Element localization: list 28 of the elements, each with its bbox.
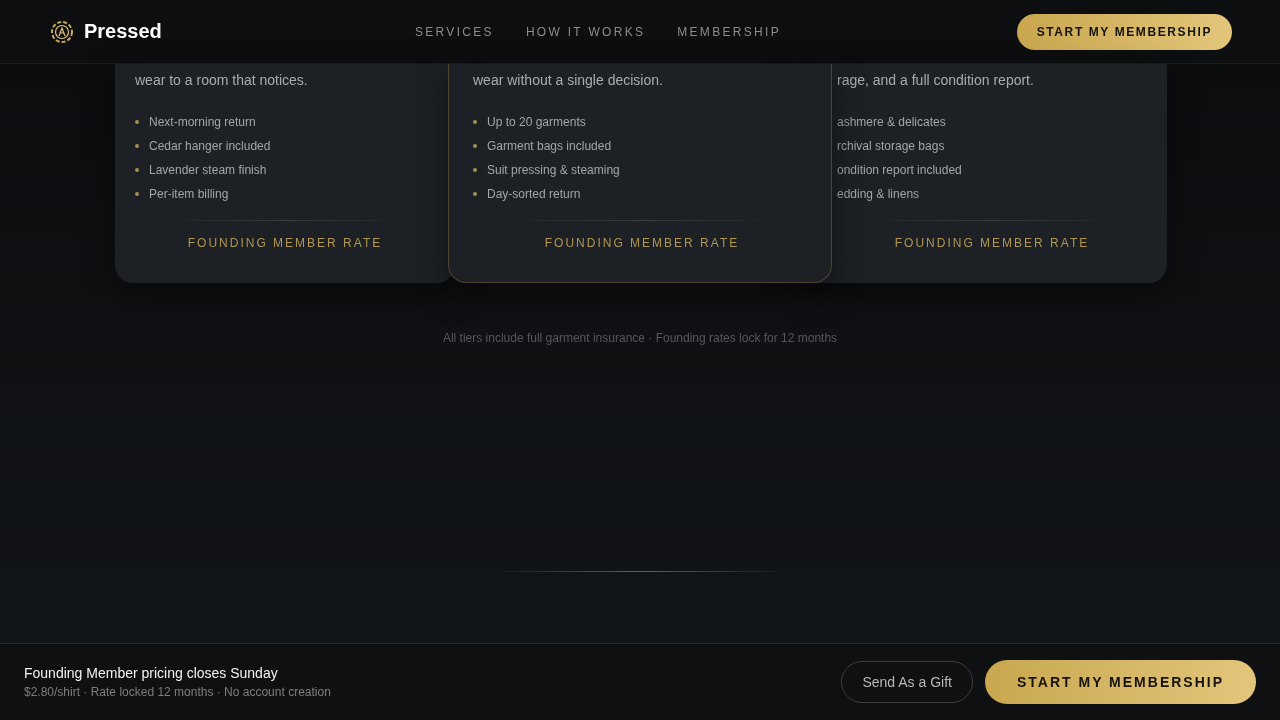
offer-details: $2.80/shirt · Rate locked 12 months · No account creation	[24, 685, 331, 699]
feature-text: Up to 20 garments	[487, 115, 586, 129]
footnote: All tiers include full garment insurance · Founding rates lock for 12 months	[441, 331, 839, 345]
feature-text: Next-morning return	[149, 115, 256, 129]
feature-text: Day-sorted return	[487, 187, 581, 201]
feature-text: edding & linens	[837, 187, 920, 201]
start-membership-button[interactable]: START MY MEMBERSHIP	[984, 660, 1256, 704]
rate-label: FOUNDING MEMBER RATE	[893, 236, 1091, 250]
feature-text: ondition report included	[837, 163, 962, 177]
feature-text: Lavender steam finish	[149, 163, 267, 177]
card-description: rage, and a full condition report.	[837, 72, 1035, 88]
card-description: wear to a room that notices.	[135, 72, 309, 88]
feature-text: rchival storage bags	[837, 139, 945, 153]
card-description: wear without a single decision.	[473, 72, 664, 88]
feature-text: Per-item billing	[149, 187, 229, 201]
offer-title: Founding Member pricing closes Sunday	[24, 665, 279, 681]
nav-link[interactable]: SERVICES	[415, 24, 494, 39]
feature-text: ashmere & delicates	[837, 115, 946, 129]
logo-icon	[50, 19, 74, 44]
feature-text: Garment bags included	[487, 139, 612, 153]
feature-text: Suit pressing & steaming	[487, 163, 620, 177]
nav-link[interactable]: MEMBERSHIP	[677, 24, 781, 39]
rate-label: FOUNDING MEMBER RATE	[543, 236, 741, 250]
feature-text: Cedar hanger included	[149, 139, 271, 153]
rate-label: FOUNDING MEMBER RATE	[186, 236, 384, 250]
brand-name: Pressed	[84, 20, 162, 43]
start-membership-button[interactable]: START MY MEMBERSHIP	[1016, 13, 1232, 50]
nav-link[interactable]: HOW IT WORKS	[525, 24, 646, 39]
